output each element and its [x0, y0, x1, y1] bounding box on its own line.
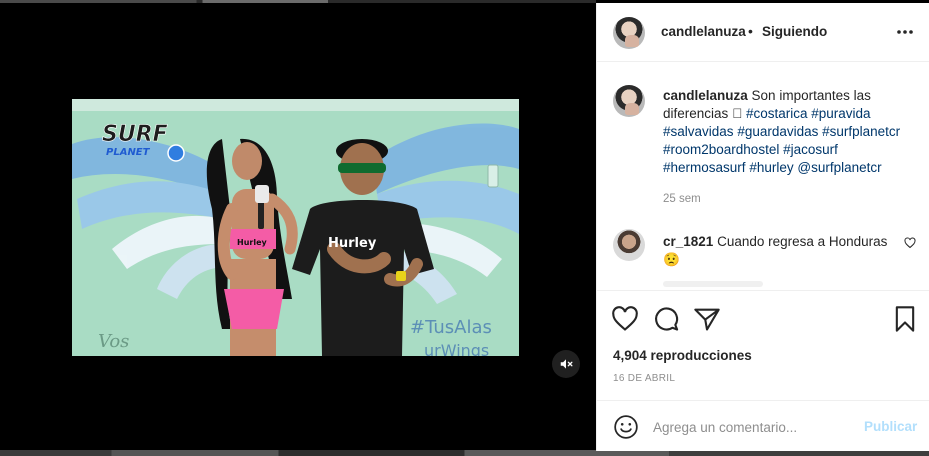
heart-icon[interactable] — [904, 237, 916, 249]
mention-link[interactable]: @surfplanetcr — [797, 160, 881, 175]
post-time-ago[interactable]: 25 sem — [663, 193, 701, 205]
caption-username[interactable]: candlelanuza — [663, 88, 748, 103]
video-frame: Vos #TusAlas urWings SURF PLANET Hurley … — [72, 99, 519, 356]
hashtag-link[interactable]: #costarica — [746, 106, 808, 121]
mute-button[interactable] — [552, 350, 580, 378]
svg-text:Vos: Vos — [98, 331, 129, 352]
comment-text: Cuando regresa a Honduras — [717, 234, 888, 249]
separator-dot: • — [748, 23, 753, 39]
caption-emoji: 󾓔 — [732, 106, 743, 121]
hashtag-link[interactable]: #guardavidas — [737, 124, 818, 139]
comment-input[interactable] — [653, 415, 853, 439]
view-count[interactable]: 4,904 reproducciones — [613, 348, 752, 363]
post-sidebar: candlelanuza • Siguiendo candlelanuza So… — [596, 3, 929, 451]
hashtag-link[interactable]: #puravida — [811, 106, 870, 121]
svg-text:Hurley: Hurley — [328, 236, 377, 251]
comment-item: cr_1821 Cuando regresa a Honduras 😟 — [663, 233, 898, 269]
hashtag-link[interactable]: #salvavidas — [663, 124, 734, 139]
speaker-muted-icon — [560, 359, 573, 369]
comment-form: Publicar — [597, 400, 929, 451]
next-comment-partial — [663, 281, 763, 287]
author-username[interactable]: candlelanuza — [661, 24, 746, 39]
svg-text:#TusAlas: #TusAlas — [410, 317, 492, 338]
hashtag-link[interactable]: #hermosasurf — [663, 160, 746, 175]
bookmark-icon[interactable] — [891, 305, 919, 333]
post-actions: 4,904 reproducciones 16 DE ABRIL — [597, 290, 929, 400]
comment-username[interactable]: cr_1821 — [663, 234, 713, 249]
paper-plane-icon[interactable] — [693, 305, 721, 333]
smiley-icon[interactable] — [613, 414, 639, 440]
feed-strip-top — [0, 0, 596, 3]
svg-text:SURF: SURF — [102, 122, 168, 147]
post-caption: candlelanuza Son importantes las diferen… — [663, 87, 913, 177]
heart-icon[interactable] — [611, 305, 639, 333]
svg-text:Hurley: Hurley — [237, 238, 268, 247]
media-stage: Vos #TusAlas urWings SURF PLANET Hurley … — [0, 0, 596, 456]
post-comment-button[interactable]: Publicar — [864, 419, 917, 434]
post-header: candlelanuza • Siguiendo — [597, 3, 929, 62]
comments-list[interactable]: candlelanuza Son importantes las diferen… — [597, 63, 929, 289]
hashtag-link[interactable]: #jacosurf — [783, 142, 838, 157]
svg-text:PLANET: PLANET — [106, 147, 151, 158]
svg-text:urWings: urWings — [424, 341, 489, 356]
comment-icon[interactable] — [652, 305, 680, 333]
more-horizontal-icon — [897, 30, 913, 34]
post-date[interactable]: 16 DE ABRIL — [613, 373, 675, 384]
video-player[interactable]: Vos #TusAlas urWings SURF PLANET Hurley … — [72, 99, 519, 356]
following-button[interactable]: Siguiendo — [762, 24, 827, 39]
caption-avatar[interactable] — [613, 85, 645, 117]
hashtag-link[interactable]: #hurley — [749, 160, 793, 175]
more-options-button[interactable] — [891, 20, 919, 44]
comment-emoji: 😟 — [663, 252, 680, 267]
hashtag-link[interactable]: #surfplanetcr — [822, 124, 900, 139]
avatar[interactable] — [613, 17, 645, 49]
hashtag-link[interactable]: #room2boardhostel — [663, 142, 779, 157]
commenter-avatar[interactable] — [613, 229, 645, 261]
